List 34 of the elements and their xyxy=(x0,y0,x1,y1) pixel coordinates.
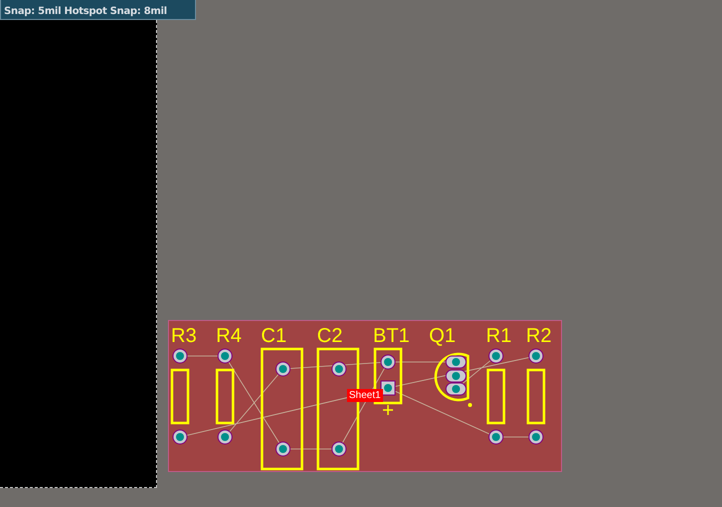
pad-icon xyxy=(380,354,396,370)
designator-label: R2 xyxy=(526,325,552,347)
pad-icon xyxy=(488,430,504,444)
plus-icon xyxy=(382,404,394,416)
pad-icon xyxy=(172,348,188,364)
oval-pad-icon xyxy=(446,356,466,368)
designator-label: R3 xyxy=(171,325,197,347)
sheet-label: Sheet1 xyxy=(347,389,383,402)
square-pad-icon xyxy=(380,380,396,396)
designator-label: C1 xyxy=(261,325,287,347)
designator-label: C2 xyxy=(317,325,343,347)
resistor-outline xyxy=(486,368,506,424)
pad-icon xyxy=(528,348,544,364)
pad-icon xyxy=(332,442,346,456)
pin-marker-icon xyxy=(468,403,472,407)
pad-icon xyxy=(172,430,188,444)
designator-label: R4 xyxy=(216,325,242,347)
oval-pad-icon xyxy=(446,370,466,382)
pad-icon xyxy=(276,442,290,456)
pad-icon xyxy=(218,348,232,364)
oval-pad-icon xyxy=(446,382,466,396)
pad-icon xyxy=(332,362,346,376)
pad-icon xyxy=(488,348,504,364)
pad-icon xyxy=(528,430,544,444)
designator-label: Q1 xyxy=(429,325,456,347)
pad-icon xyxy=(218,430,232,444)
transistor-outline xyxy=(434,352,470,402)
resistor-outline xyxy=(216,368,234,424)
snap-info-text: Snap: 5mil Hotspot Snap: 8mil xyxy=(4,6,167,17)
designator-label: R1 xyxy=(486,325,512,347)
resistor-outline xyxy=(526,368,546,424)
resistor-outline xyxy=(170,368,190,424)
designator-label: BT1 xyxy=(373,325,410,347)
pad-icon xyxy=(276,362,290,376)
